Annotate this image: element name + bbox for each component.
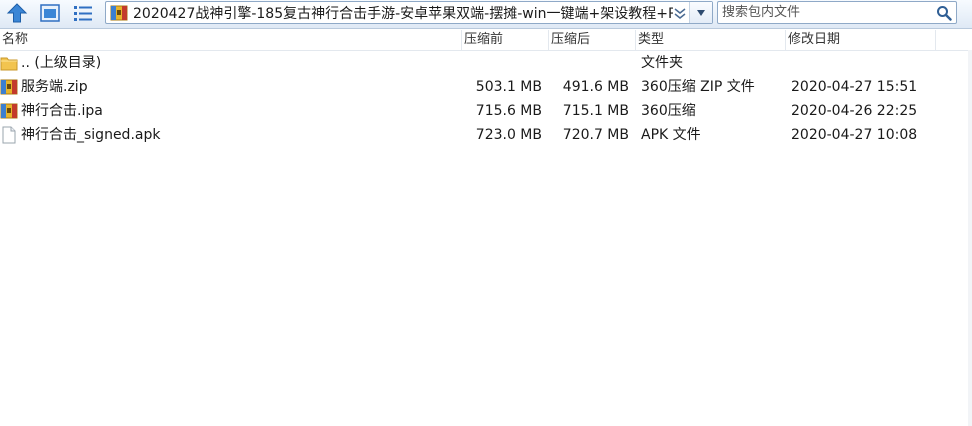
chevron-double-icon[interactable] <box>673 6 687 20</box>
type-cell: 文件夹 <box>641 55 683 71</box>
column-header: 名称 压缩前 压缩后 类型 修改日期 <box>0 30 972 51</box>
view-button[interactable] <box>37 1 63 25</box>
date-cell: 2020-04-27 10:08 <box>791 127 918 143</box>
archive-icon <box>0 79 18 95</box>
column-date[interactable]: 修改日期 <box>786 30 936 50</box>
go-up-button[interactable] <box>4 1 30 25</box>
table-row[interactable]: 神行合击_signed.apk 723.0 MB 720.7 MB APK 文件… <box>0 123 972 147</box>
table-row[interactable]: 服务端.zip 503.1 MB 491.6 MB 360压缩 ZIP 文件 2… <box>0 75 972 99</box>
search-icon <box>937 5 952 21</box>
packed-cell: 491.6 MB <box>562 79 629 95</box>
archive-icon <box>110 5 128 20</box>
table-row[interactable]: .. (上级目录) 文件夹 <box>0 51 972 75</box>
file-icon <box>2 126 16 144</box>
chevron-down-icon <box>697 9 705 16</box>
size-cell: 723.0 MB <box>475 127 542 143</box>
file-name: 服务端.zip <box>21 79 88 95</box>
list-view-button[interactable] <box>70 1 96 25</box>
list-view-icon <box>74 6 92 21</box>
scrollbar-edge[interactable] <box>968 50 972 426</box>
packed-cell: 720.7 MB <box>562 127 629 143</box>
column-packed[interactable]: 压缩后 <box>549 30 636 50</box>
path-dropdown-button[interactable] <box>689 2 712 23</box>
archive-icon <box>0 103 18 119</box>
folder-icon <box>0 57 18 71</box>
file-name-cell: .. (上级目录) <box>0 51 101 75</box>
file-name: 神行合击_signed.apk <box>21 127 161 143</box>
search-button[interactable] <box>934 3 954 23</box>
archive-path: 2020427战神引擎-185复古神行合击手游-安卓苹果双端-摆摊-win一键端… <box>133 5 673 22</box>
search-input[interactable] <box>718 3 934 22</box>
size-cell: 715.6 MB <box>475 103 542 119</box>
path-bar[interactable]: 2020427战神引擎-185复古神行合击手游-安卓苹果双端-摆摊-win一键端… <box>105 1 713 24</box>
file-name-cell: 神行合击_signed.apk <box>0 123 160 147</box>
window-icon <box>40 4 60 22</box>
file-name-cell: 神行合击.ipa <box>0 99 103 123</box>
date-cell: 2020-04-26 22:25 <box>791 103 918 119</box>
column-type[interactable]: 类型 <box>636 30 786 50</box>
toolbar: 2020427战神引擎-185复古神行合击手游-安卓苹果双端-摆摊-win一键端… <box>0 0 972 29</box>
search-box <box>717 1 957 24</box>
arrow-up-icon <box>6 3 28 23</box>
file-name: .. (上级目录) <box>21 55 102 71</box>
packed-cell: 715.1 MB <box>562 103 629 119</box>
packed-cell <box>548 51 629 75</box>
table-row[interactable]: 神行合击.ipa 715.6 MB 715.1 MB 360压缩 2020-04… <box>0 99 972 123</box>
size-cell: 503.1 MB <box>475 79 542 95</box>
size-cell <box>460 51 542 75</box>
type-cell: 360压缩 ZIP 文件 <box>641 79 755 95</box>
file-list: .. (上级目录) 文件夹 服务端.zip 503.1 MB 491.6 MB … <box>0 51 972 147</box>
type-cell: 360压缩 <box>641 103 696 119</box>
date-cell: 2020-04-27 15:51 <box>791 79 918 95</box>
column-name[interactable]: 名称 <box>0 30 462 50</box>
file-name: 神行合击.ipa <box>21 103 103 119</box>
column-size[interactable]: 压缩前 <box>462 30 549 50</box>
type-cell: APK 文件 <box>641 127 701 143</box>
file-name-cell: 服务端.zip <box>0 75 88 99</box>
